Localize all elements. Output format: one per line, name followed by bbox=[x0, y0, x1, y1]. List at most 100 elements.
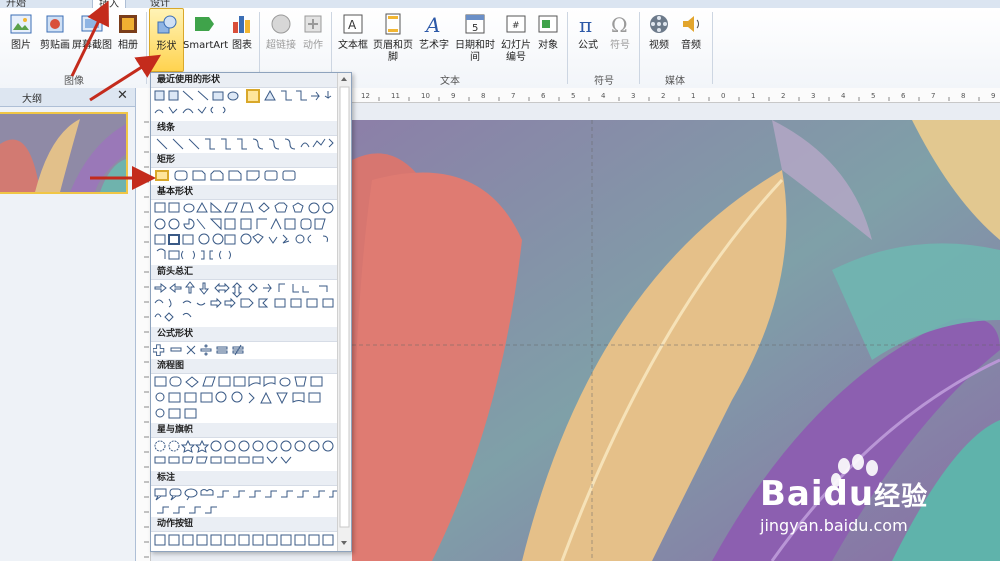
category-recent-shapes: 最近使用的形状 bbox=[151, 73, 343, 88]
shape-row-lines[interactable] bbox=[153, 137, 337, 151]
speaker-icon bbox=[683, 16, 699, 32]
lines-glyphs bbox=[156, 138, 334, 150]
ruler-tick-label: 0 bbox=[721, 92, 725, 100]
group-separator bbox=[146, 12, 147, 84]
category-stars-banners: 星与旗帜 bbox=[151, 423, 343, 438]
svg-text:Ω: Ω bbox=[611, 13, 628, 36]
block-arrows-glyphs bbox=[154, 281, 334, 322]
category-flowchart: 流程图 bbox=[151, 359, 343, 374]
album-button[interactable]: 相册 bbox=[112, 8, 144, 70]
ruler-tick-label: 8 bbox=[481, 92, 485, 100]
picture-icon bbox=[10, 14, 32, 34]
group-separator bbox=[639, 12, 640, 84]
ruler-tick-label: 6 bbox=[541, 92, 546, 100]
wordart-icon: A bbox=[424, 13, 440, 36]
screenshot-button[interactable]: 屏幕截图 bbox=[72, 8, 112, 70]
rectangle-glyphs bbox=[155, 170, 296, 181]
shape-row-recent[interactable] bbox=[153, 89, 337, 114]
audio-button[interactable]: 音频 bbox=[675, 8, 707, 70]
shape-row-flowchart[interactable] bbox=[153, 375, 337, 419]
category-lines: 线条 bbox=[151, 121, 343, 136]
ruler-tick-label: 1 bbox=[751, 92, 755, 100]
equation-shapes-glyphs bbox=[153, 344, 244, 357]
category-block-arrows: 箭头总汇 bbox=[151, 265, 343, 280]
shape-row-stars[interactable] bbox=[153, 439, 337, 464]
header-footer-button[interactable]: 页眉和页脚 bbox=[370, 8, 416, 70]
shape-row-arrows[interactable] bbox=[153, 281, 337, 322]
clipart-button[interactable]: 剪贴画 bbox=[38, 8, 72, 70]
symbol-button[interactable]: Ω 符号 bbox=[604, 8, 636, 70]
category-callouts: 标注 bbox=[151, 471, 343, 486]
group-label-text: 文本 bbox=[440, 76, 460, 87]
wordart-button[interactable]: A 艺术字 bbox=[417, 8, 451, 70]
film-reel-icon bbox=[650, 15, 668, 33]
svg-text:5: 5 bbox=[472, 23, 478, 34]
group-label-media: 媒体 bbox=[665, 76, 685, 87]
datetime-button[interactable]: 5 日期和时间 bbox=[451, 8, 499, 70]
slide-number-button[interactable]: # 幻灯片 编号 bbox=[499, 8, 533, 70]
flowchart-glyphs bbox=[154, 376, 323, 419]
video-button[interactable]: 视频 bbox=[643, 8, 675, 70]
shape-row-rectangles[interactable] bbox=[153, 169, 337, 183]
smartart-button[interactable]: SmartArt bbox=[183, 8, 228, 70]
equation-button[interactable]: π 公式 bbox=[572, 8, 604, 70]
ruler-tick-label: 4 bbox=[841, 92, 846, 100]
stars-banners-glyphs bbox=[154, 439, 334, 464]
textbox-icon: A bbox=[343, 14, 363, 34]
object-icon bbox=[538, 15, 558, 33]
ruler-tick-label: 2 bbox=[661, 92, 665, 100]
calendar-icon: 5 bbox=[465, 14, 485, 34]
chart-button[interactable]: 图表 bbox=[228, 8, 256, 70]
watermark-url: jingyan.baidu.com bbox=[760, 516, 908, 535]
slides-pane: 大纲 ✕ bbox=[0, 88, 136, 561]
group-separator bbox=[567, 12, 568, 84]
globe-icon bbox=[271, 14, 291, 34]
category-action-buttons: 动作按钮 bbox=[151, 517, 343, 532]
omega-icon: Ω bbox=[611, 13, 628, 36]
ruler-tick-label: 4 bbox=[601, 92, 606, 100]
baidu-jingyan-watermark: Baidu经验 jingyan.baidu.com bbox=[752, 452, 997, 542]
ruler-tick-label: 7 bbox=[511, 92, 515, 100]
action-icon bbox=[304, 15, 322, 33]
pane-tabs: 大纲 ✕ bbox=[0, 88, 135, 107]
shape-row-callouts[interactable] bbox=[153, 487, 337, 514]
svg-text:π: π bbox=[579, 13, 592, 36]
ruler-tick-label: 10 bbox=[421, 92, 430, 100]
callouts-glyphs bbox=[154, 488, 337, 514]
album-icon bbox=[119, 15, 137, 33]
header-footer-icon bbox=[385, 13, 401, 35]
shape-row-action-buttons[interactable] bbox=[153, 533, 337, 547]
object-button[interactable]: 对象 bbox=[533, 8, 563, 70]
picture-button[interactable]: 图片 bbox=[4, 8, 38, 70]
shape-row-equation[interactable] bbox=[153, 343, 337, 357]
ruler-tick-label: 9 bbox=[991, 92, 995, 100]
slide-thumbnail[interactable] bbox=[0, 112, 128, 194]
pi-icon: π bbox=[579, 13, 592, 36]
gallery-scrollbar[interactable] bbox=[337, 73, 351, 551]
ruler-tick-label: 2 bbox=[781, 92, 785, 100]
group-label-symbols: 符号 bbox=[594, 76, 614, 87]
hyperlink-button[interactable]: 超链接 bbox=[264, 8, 298, 70]
shapes-icon bbox=[157, 15, 176, 34]
ruler-tick-label: 3 bbox=[811, 92, 815, 100]
category-equation-shapes: 公式形状 bbox=[151, 327, 343, 342]
watermark-brand: Baidu经验 bbox=[760, 474, 929, 514]
close-icon[interactable]: ✕ bbox=[117, 88, 128, 103]
scrollbar-arrows bbox=[339, 77, 350, 545]
svg-text:A: A bbox=[424, 13, 440, 36]
shapes-button[interactable]: 形状 bbox=[149, 8, 184, 72]
action-buttons-glyphs bbox=[154, 534, 334, 546]
textbox-button[interactable]: A 文本框 bbox=[336, 8, 370, 70]
svg-text:A: A bbox=[348, 18, 357, 32]
vertical-ruler bbox=[136, 102, 151, 561]
slide-thumbnail-image bbox=[0, 114, 126, 192]
shape-row-basic[interactable] bbox=[153, 201, 337, 260]
tab-outline[interactable]: 大纲 bbox=[22, 90, 42, 105]
group-label-images: 图像 bbox=[64, 76, 84, 87]
ruler-tick-label: 12 bbox=[361, 92, 370, 100]
ruler-tick-label: 3 bbox=[631, 92, 635, 100]
slide-number-icon: # bbox=[506, 15, 526, 33]
svg-text:#: # bbox=[512, 21, 520, 31]
action-button[interactable]: 动作 bbox=[298, 8, 328, 70]
screenshot-icon bbox=[81, 15, 103, 32]
